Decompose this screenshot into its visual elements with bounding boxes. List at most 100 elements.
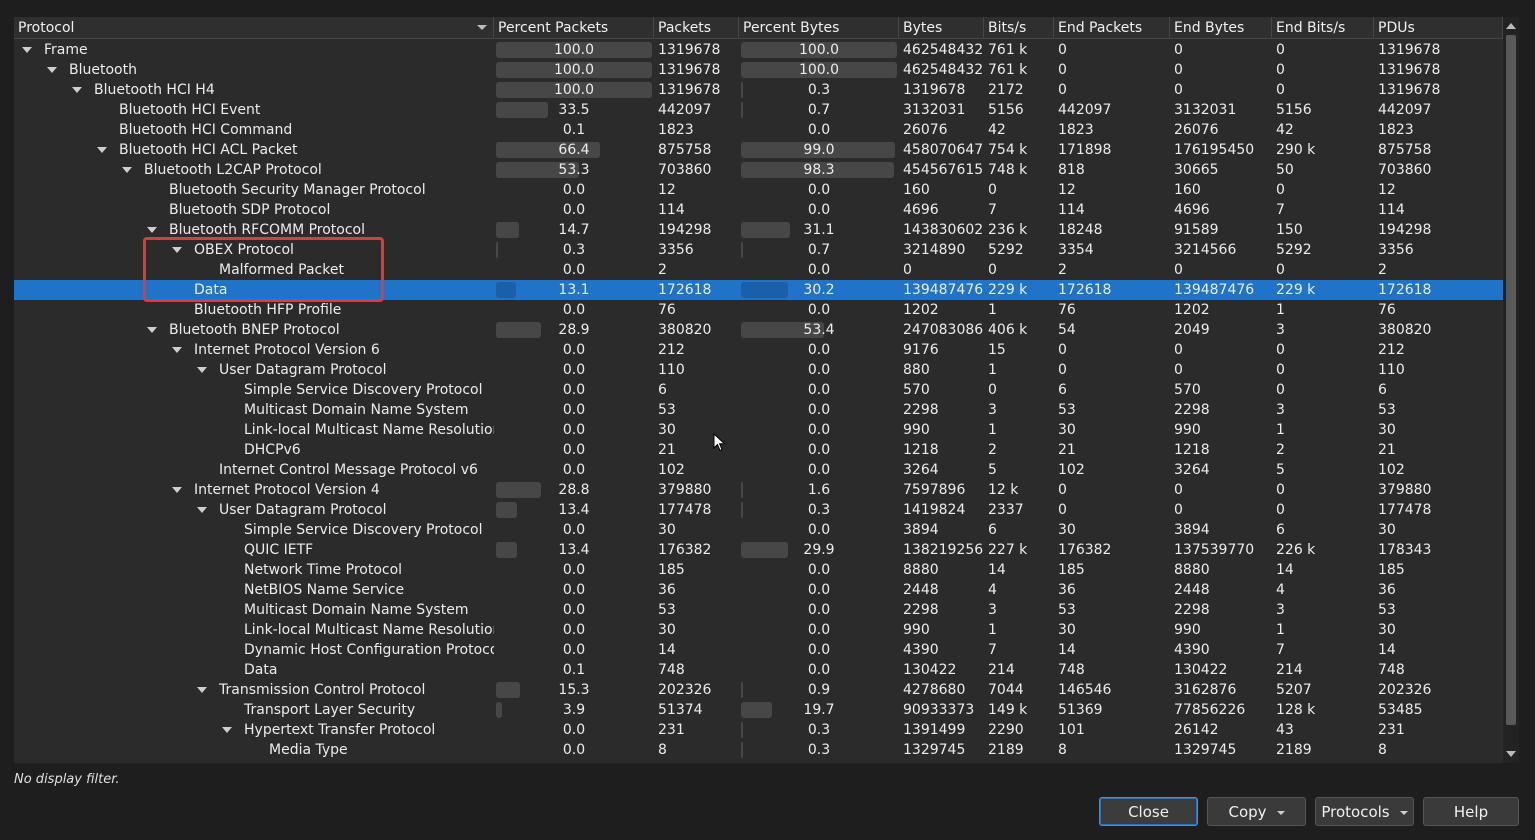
help-button-label: Help	[1453, 803, 1489, 821]
value-cell: 185	[1378, 562, 1405, 578]
table-row[interactable]: Bluetooth SDP Protocol 0.0 114 0.0 4696 7 114 4…	[14, 200, 1503, 220]
value-cell: 0	[1276, 62, 1285, 78]
percent-packets-cell: 0.0	[494, 580, 654, 600]
column-header[interactable]: Bits/s	[984, 17, 1054, 38]
column-header[interactable]: Bytes	[899, 17, 984, 38]
table-row[interactable]: Link-local Multicast Name Resolution 0.0 3…	[14, 620, 1503, 640]
table-row[interactable]: Data 0.1 748 0.0 130422 214 748 130422 214 748	[14, 660, 1503, 680]
table-row[interactable]: Bluetooth L2CAP Protocol 53.3 703860 98.3 45…	[14, 160, 1503, 180]
value-cell: 570	[1174, 382, 1201, 398]
scroll-up-icon[interactable]	[1506, 23, 1516, 29]
value-cell: 748	[1058, 662, 1085, 678]
value-cell: 0	[1174, 62, 1183, 78]
percent-bytes-cell: 29.9	[739, 540, 899, 560]
value-cell: 7044	[988, 682, 1024, 698]
vertical-scrollbar[interactable]	[1503, 17, 1519, 763]
expand-arrow-icon[interactable]	[72, 87, 82, 93]
table-row[interactable]: Network Time Protocol 0.0 185 0.0 8880 14 185 8…	[14, 560, 1503, 580]
column-header[interactable]: Packets	[654, 17, 739, 38]
table-row[interactable]: Transmission Control Protocol 15.3 202326 0…	[14, 680, 1503, 700]
table-row[interactable]: OBEX Protocol 0.3 3356 0.7 3214890 5292 3354 32…	[14, 240, 1503, 260]
percent-bytes-cell: 0.3	[739, 80, 899, 100]
table-row[interactable]: Bluetooth RFCOMM Protocol 14.7 194298 31.1 1…	[14, 220, 1503, 240]
expand-arrow-icon[interactable]	[172, 247, 182, 253]
table-row[interactable]: Dynamic Host Configuration Protocol 0.0 14…	[14, 640, 1503, 660]
percent-bytes-cell: 1.6	[739, 480, 899, 500]
table-row[interactable]: Bluetooth HCI Command 0.1 1823 0.0 26076 42 18…	[14, 120, 1503, 140]
value-cell: 212	[658, 342, 685, 358]
table-row[interactable]: Bluetooth HCI H4 100.0 1319678 0.3 1319678 21…	[14, 80, 1503, 100]
scroll-down-icon[interactable]	[1506, 751, 1516, 757]
table-row[interactable]: QUIC IETF 13.4 176382 29.9 138219256 227 k 176…	[14, 540, 1503, 560]
expand-arrow-icon[interactable]	[197, 367, 207, 373]
table-row[interactable]: User Datagram Protocol 0.0 110 0.0 880 1 0 0 0 11…	[14, 360, 1503, 380]
column-header[interactable]: End Bits/s	[1272, 17, 1374, 38]
table-row[interactable]: Frame 100.0 1319678 100.0 462548432 761 k 0 0 0 1…	[14, 40, 1503, 60]
value-cell: 2290	[988, 722, 1024, 738]
table-row[interactable]: Simple Service Discovery Protocol 0.0 30 0.…	[14, 520, 1503, 540]
expand-arrow-icon[interactable]	[122, 167, 132, 173]
table-row[interactable]: Multicast Domain Name System 0.0 53 0.0 2298…	[14, 600, 1503, 620]
expand-arrow-icon[interactable]	[147, 327, 157, 333]
value-cell: 1329745	[1174, 742, 1237, 758]
percent-bar	[741, 742, 743, 758]
expand-arrow-icon[interactable]	[97, 147, 107, 153]
table-row[interactable]: Bluetooth BNEP Protocol 28.9 380820 53.4 247…	[14, 320, 1503, 340]
expand-arrow-icon[interactable]	[22, 47, 32, 53]
expand-arrow-icon[interactable]	[197, 687, 207, 693]
table-row[interactable]: Internet Protocol Version 4 28.8 379880 1.6…	[14, 480, 1503, 500]
column-header[interactable]: Percent Packets	[494, 17, 654, 38]
value-cell: 114	[1378, 202, 1405, 218]
chevron-down-icon	[1399, 810, 1408, 815]
help-button[interactable]: Help	[1423, 797, 1519, 826]
table-row[interactable]: Bluetooth HCI Event 33.5 442097 0.7 3132031 5…	[14, 100, 1503, 120]
value-cell: 0	[1174, 262, 1183, 278]
column-header[interactable]: Protocol	[14, 17, 494, 38]
percent-packets-cell: 0.0	[494, 600, 654, 620]
expand-arrow-icon[interactable]	[172, 347, 182, 353]
column-header[interactable]: PDUs	[1374, 17, 1503, 38]
expand-arrow-icon[interactable]	[222, 727, 232, 733]
expand-arrow-icon[interactable]	[47, 67, 57, 73]
close-button[interactable]: Close	[1099, 797, 1198, 826]
table-row[interactable]: Bluetooth Security Manager Protocol 0.0 12…	[14, 180, 1503, 200]
table-row[interactable]: Multicast Domain Name System 0.0 53 0.0 2298…	[14, 400, 1503, 420]
table-row[interactable]: Hypertext Transfer Protocol 0.0 231 0.3 1391…	[14, 720, 1503, 740]
value-cell: 42	[1276, 122, 1294, 138]
table-row[interactable]: Internet Control Message Protocol v6 0.0 1…	[14, 460, 1503, 480]
protocols-button[interactable]: Protocols	[1315, 797, 1414, 826]
protocol-cell: Data	[14, 660, 494, 680]
table-row[interactable]: Internet Protocol Version 6 0.0 212 0.0 9176…	[14, 340, 1503, 360]
table-row[interactable]: Bluetooth HFP Profile 0.0 76 0.0 1202 1 76 1202…	[14, 300, 1503, 320]
column-header[interactable]: End Bytes	[1170, 17, 1272, 38]
expand-arrow-icon[interactable]	[147, 227, 157, 233]
copy-button[interactable]: Copy	[1207, 797, 1306, 826]
percent-value: 0.0	[562, 202, 586, 218]
value-cell: 1319678	[1378, 82, 1441, 98]
table-row[interactable]: Link-local Multicast Name Resolution 0.0 3…	[14, 420, 1503, 440]
table-row[interactable]: Data 13.1 172618 30.2 139487476 229 k 172618 13…	[14, 280, 1503, 300]
column-header-label: End Bytes	[1174, 20, 1245, 36]
table-row[interactable]: Transport Layer Security 3.9 51374 19.7 9093…	[14, 700, 1503, 720]
table-row[interactable]: Simple Service Discovery Protocol 0.0 6 0.0…	[14, 380, 1503, 400]
table-row[interactable]: User Datagram Protocol 13.4 177478 0.3 14198…	[14, 500, 1503, 520]
column-header[interactable]: End Packets	[1054, 17, 1170, 38]
value-cell: 227 k	[988, 542, 1028, 558]
table-row[interactable]: NetBIOS Name Service 0.0 36 0.0 2448 4 36 2448 4…	[14, 580, 1503, 600]
percent-value: 29.9	[803, 542, 835, 558]
column-header[interactable]: Percent Bytes	[739, 17, 899, 38]
table-row[interactable]: Media Type 0.0 8 0.3 1329745 2189 8 1329745 2189…	[14, 740, 1503, 760]
table-row[interactable]: Bluetooth HCI ACL Packet 66.4 875758 99.0 45…	[14, 140, 1503, 160]
scrollbar-thumb[interactable]	[1506, 35, 1516, 725]
percent-bytes-cell: 0.0	[739, 640, 899, 660]
table-row[interactable]: Bluetooth 100.0 1319678 100.0 462548432 761 k…	[14, 60, 1503, 80]
table-row[interactable]: DHCPv6 0.0 21 0.0 1218 2 21 1218 2 21	[14, 440, 1503, 460]
protocol-name: Transmission Control Protocol	[219, 682, 426, 698]
expand-arrow-icon[interactable]	[197, 507, 207, 513]
table-row[interactable]: Malformed Packet 0.0 2 0.0 0 0 2 0 0 2	[14, 260, 1503, 280]
value-cell: 194298	[658, 222, 712, 238]
protocol-name: Link-local Multicast Name Resolution	[244, 622, 494, 638]
percent-value: 0.0	[807, 562, 831, 578]
expand-arrow-icon[interactable]	[172, 487, 182, 493]
percent-bytes-cell: 0.0	[739, 120, 899, 140]
